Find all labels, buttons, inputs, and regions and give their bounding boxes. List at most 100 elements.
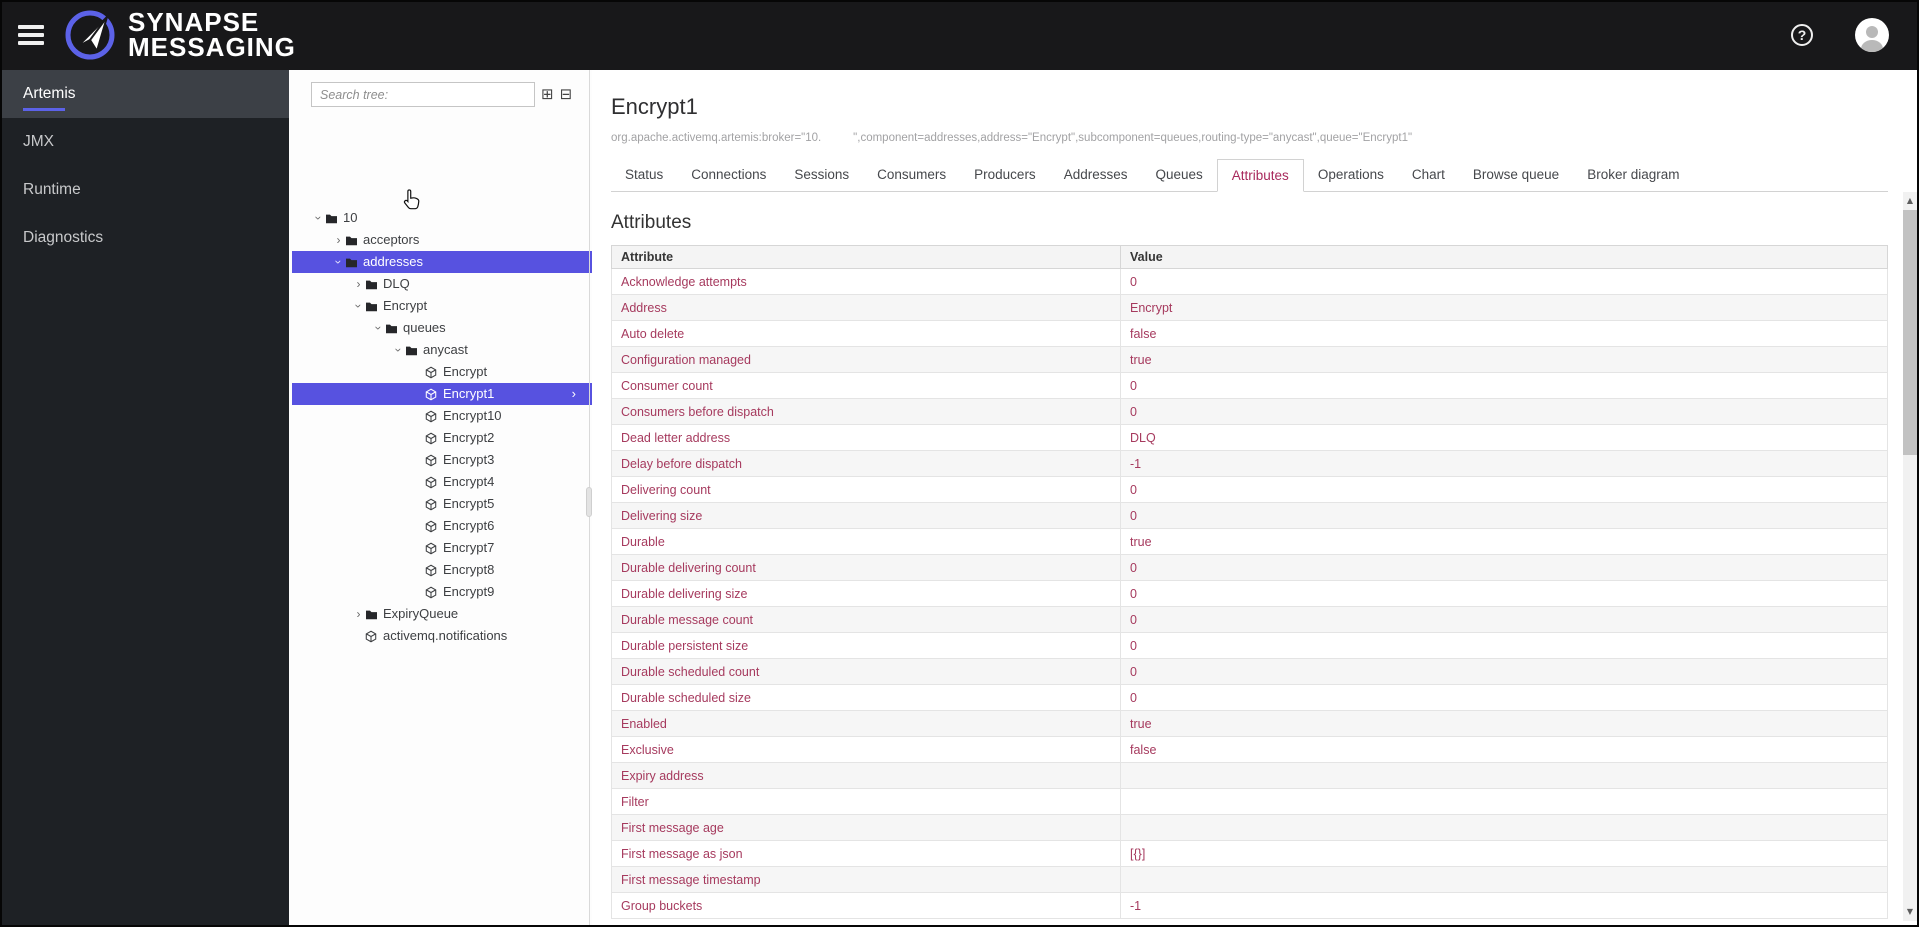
tree-node-expiryqueue[interactable]: › ExpiryQueue: [292, 603, 592, 625]
table-row[interactable]: Group buckets -1: [611, 892, 1888, 919]
tab-attributes[interactable]: Attributes: [1216, 159, 1304, 192]
tree-node-encrypt[interactable]: Encrypt: [292, 361, 592, 383]
attribute-name-cell[interactable]: Durable delivering count: [611, 554, 1121, 581]
attribute-value-cell[interactable]: true: [1120, 528, 1888, 555]
tree-node-encrypt5[interactable]: Encrypt5: [292, 493, 592, 515]
table-row[interactable]: Durable message count 0: [611, 606, 1888, 633]
attribute-name-cell[interactable]: Expiry address: [611, 762, 1121, 789]
attribute-value-cell[interactable]: [1120, 762, 1888, 789]
table-row[interactable]: Delay before dispatch -1: [611, 450, 1888, 477]
tree-node-10[interactable]: › 10: [292, 207, 592, 229]
attribute-name-cell[interactable]: Consumer count: [611, 372, 1121, 399]
attribute-name-cell[interactable]: Auto delete: [611, 320, 1121, 347]
tree-node-encrypt[interactable]: › Encrypt: [292, 295, 592, 317]
attribute-value-cell[interactable]: 0: [1120, 502, 1888, 529]
tree-node-encrypt3[interactable]: Encrypt3: [292, 449, 592, 471]
tab-status[interactable]: Status: [611, 159, 677, 191]
attribute-name-cell[interactable]: Delivering count: [611, 476, 1121, 503]
attribute-name-cell[interactable]: Filter: [611, 788, 1121, 815]
attribute-value-cell[interactable]: [{}]: [1120, 840, 1888, 867]
attribute-value-cell[interactable]: -1: [1120, 450, 1888, 477]
tree-node-encrypt6[interactable]: Encrypt6: [292, 515, 592, 537]
tree-node-anycast[interactable]: › anycast: [292, 339, 592, 361]
table-row[interactable]: Exclusive false: [611, 736, 1888, 763]
tree-node-encrypt9[interactable]: Encrypt9: [292, 581, 592, 603]
attribute-value-cell[interactable]: 0: [1120, 632, 1888, 659]
tree-node-encrypt2[interactable]: Encrypt2: [292, 427, 592, 449]
attribute-name-cell[interactable]: Dead letter address: [611, 424, 1121, 451]
attribute-value-cell[interactable]: Encrypt: [1120, 294, 1888, 321]
table-row[interactable]: Expiry address: [611, 762, 1888, 789]
table-row[interactable]: Consumer count 0: [611, 372, 1888, 399]
menu-toggle-icon[interactable]: [18, 25, 44, 45]
attribute-name-cell[interactable]: Acknowledge attempts: [611, 268, 1121, 295]
table-row[interactable]: Delivering size 0: [611, 502, 1888, 529]
attribute-value-cell[interactable]: -1: [1120, 892, 1888, 919]
attribute-value-cell[interactable]: true: [1120, 346, 1888, 373]
tab-browse-queue[interactable]: Browse queue: [1459, 159, 1573, 191]
expand-all-icon[interactable]: ⊞: [541, 87, 554, 102]
table-row[interactable]: First message timestamp: [611, 866, 1888, 893]
tab-operations[interactable]: Operations: [1304, 159, 1398, 191]
tree-node-encrypt4[interactable]: Encrypt4: [292, 471, 592, 493]
table-row[interactable]: Durable delivering count 0: [611, 554, 1888, 581]
attribute-name-cell[interactable]: Durable message count: [611, 606, 1121, 633]
table-row[interactable]: Filter: [611, 788, 1888, 815]
attribute-name-cell[interactable]: Enabled: [611, 710, 1121, 737]
attribute-value-cell[interactable]: 0: [1120, 658, 1888, 685]
tab-consumers[interactable]: Consumers: [863, 159, 960, 191]
attribute-name-cell[interactable]: Durable scheduled size: [611, 684, 1121, 711]
attribute-name-cell[interactable]: Durable persistent size: [611, 632, 1121, 659]
table-row[interactable]: Dead letter address DLQ: [611, 424, 1888, 451]
tree-node-encrypt7[interactable]: Encrypt7: [292, 537, 592, 559]
attribute-value-cell[interactable]: [1120, 814, 1888, 841]
attribute-name-cell[interactable]: First message timestamp: [611, 866, 1121, 893]
attribute-value-cell[interactable]: 0: [1120, 476, 1888, 503]
table-row[interactable]: Enabled true: [611, 710, 1888, 737]
tree-node-encrypt8[interactable]: Encrypt8: [292, 559, 592, 581]
sidebar-item-artemis[interactable]: Artemis: [0, 70, 289, 118]
table-row[interactable]: Durable persistent size 0: [611, 632, 1888, 659]
attribute-value-cell[interactable]: 0: [1120, 606, 1888, 633]
caret-expanded-icon[interactable]: ›: [368, 322, 390, 335]
tree-node-activemq.notifications[interactable]: activemq.notifications: [292, 625, 592, 647]
table-row[interactable]: First message as json[{}]: [611, 840, 1888, 867]
caret-collapsed-icon[interactable]: ›: [352, 603, 365, 625]
attribute-value-cell[interactable]: true: [1120, 710, 1888, 737]
sidebar-item-runtime[interactable]: Runtime: [0, 166, 289, 214]
tab-sessions[interactable]: Sessions: [780, 159, 863, 191]
attribute-value-cell[interactable]: false: [1120, 736, 1888, 763]
tab-broker-diagram[interactable]: Broker diagram: [1573, 159, 1693, 191]
caret-expanded-icon[interactable]: ›: [348, 300, 370, 313]
table-row[interactable]: Delivering count 0: [611, 476, 1888, 503]
scroll-up-icon[interactable]: ▲: [1903, 194, 1917, 208]
sidebar-item-diagnostics[interactable]: Diagnostics: [0, 214, 289, 262]
scrollbar-thumb[interactable]: [1903, 210, 1917, 455]
attribute-name-cell[interactable]: Group buckets: [611, 892, 1121, 919]
attribute-name-cell[interactable]: Durable delivering size: [611, 580, 1121, 607]
attribute-name-cell[interactable]: Consumers before dispatch: [611, 398, 1121, 425]
table-row[interactable]: Durable true: [611, 528, 1888, 555]
attribute-name-cell[interactable]: Configuration managed: [611, 346, 1121, 373]
selected-node-chevron-icon[interactable]: ›: [572, 383, 576, 405]
caret-collapsed-icon[interactable]: ›: [352, 273, 365, 295]
table-row[interactable]: Configuration managed true: [611, 346, 1888, 373]
tree-node-addresses[interactable]: › addresses: [292, 251, 592, 273]
attribute-name-cell[interactable]: Durable: [611, 528, 1121, 555]
tab-queues[interactable]: Queues: [1141, 159, 1216, 191]
attribute-value-cell[interactable]: 0: [1120, 372, 1888, 399]
caret-expanded-icon[interactable]: ›: [328, 256, 350, 269]
tab-addresses[interactable]: Addresses: [1050, 159, 1142, 191]
tree-search-input[interactable]: [311, 82, 535, 107]
tree-node-dlq[interactable]: › DLQ: [292, 273, 592, 295]
caret-expanded-icon[interactable]: ›: [308, 212, 330, 225]
tree-node-queues[interactable]: › queues: [292, 317, 592, 339]
table-row[interactable]: Durable delivering size 0: [611, 580, 1888, 607]
table-row[interactable]: Auto delete false: [611, 320, 1888, 347]
table-row[interactable]: Durable scheduled count 0: [611, 658, 1888, 685]
attribute-name-cell[interactable]: Exclusive: [611, 736, 1121, 763]
collapse-all-icon[interactable]: ⊟: [560, 87, 573, 102]
caret-expanded-icon[interactable]: ›: [388, 344, 410, 357]
attribute-name-cell[interactable]: Delay before dispatch: [611, 450, 1121, 477]
tab-chart[interactable]: Chart: [1398, 159, 1459, 191]
